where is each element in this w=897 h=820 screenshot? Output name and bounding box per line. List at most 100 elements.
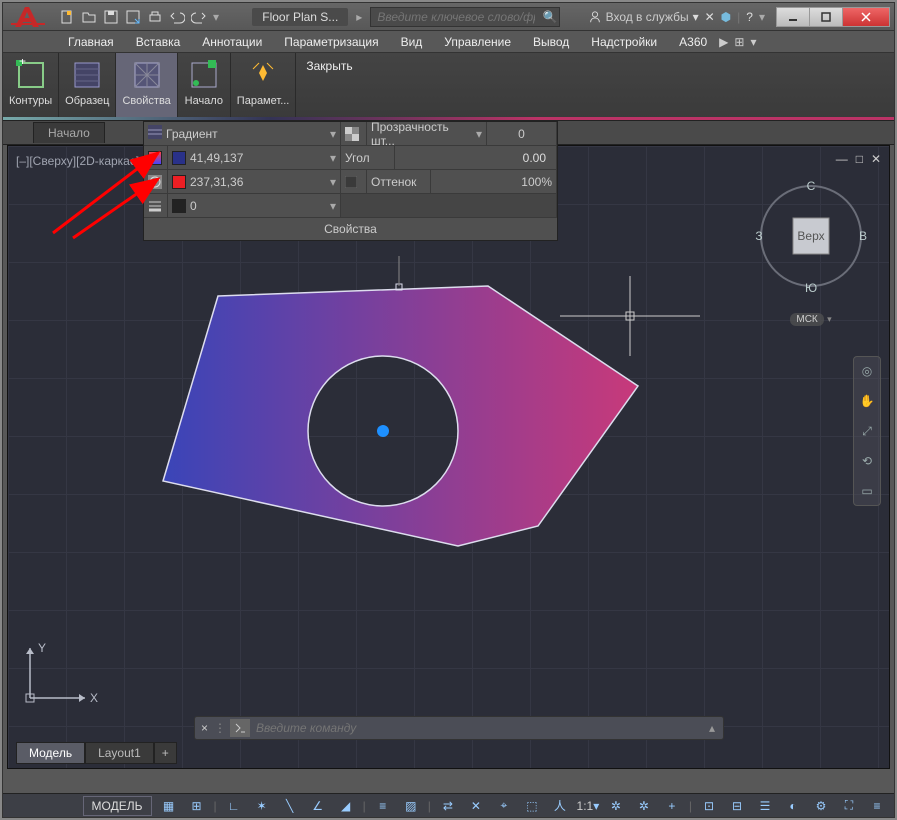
lineweight-toggle-icon[interactable]: ≡ <box>372 796 394 816</box>
app-logo[interactable] <box>3 3 53 31</box>
ribbon-boundaries[interactable]: + Контуры <box>3 53 59 120</box>
cmdline-menu-icon[interactable]: ▴ <box>701 721 723 735</box>
selection-cycling-icon[interactable]: ⇄ <box>437 796 459 816</box>
ribbon-params[interactable]: Парамет... <box>231 53 297 120</box>
menu-manage[interactable]: Управление <box>434 33 521 51</box>
polar-toggle-icon[interactable]: ✶ <box>251 796 273 816</box>
search-input[interactable] <box>371 10 541 24</box>
transparency-value[interactable]: 0 <box>487 122 557 145</box>
otrack-toggle-icon[interactable]: ◢ <box>335 796 357 816</box>
transparency-label-dropdown[interactable]: Прозрачность шт...▾ <box>367 122 487 145</box>
menu-home[interactable]: Главная <box>58 33 124 51</box>
selection-filter-icon[interactable]: ⬚ <box>521 796 543 816</box>
vp-maximize-icon[interactable]: □ <box>856 152 863 166</box>
help-icon[interactable]: ? <box>746 10 753 24</box>
command-input[interactable] <box>256 721 701 735</box>
bim-icon[interactable]: ▶ <box>719 35 728 49</box>
transparency-toggle-icon[interactable]: ▨ <box>400 796 422 816</box>
signin-button[interactable]: Вход в службы▾ <box>588 10 699 24</box>
ribbon-min-icon[interactable]: ▾ <box>750 35 756 49</box>
color2-picker-icon[interactable] <box>144 170 168 193</box>
vp-minimize-icon[interactable]: — <box>836 152 848 166</box>
search-icon[interactable]: 🔍 <box>541 10 559 24</box>
viewcube[interactable]: С В Ю З Верх МСК ▾ <box>751 176 871 296</box>
gradient-hatch-object[interactable] <box>138 256 658 586</box>
workspace-switch-icon[interactable]: ✲ <box>633 796 655 816</box>
panel-title[interactable]: Свойства <box>144 218 557 240</box>
qat-dropdown-icon[interactable]: ▾ <box>211 10 221 24</box>
customize-icon[interactable]: ≡ <box>866 796 888 816</box>
color1-picker-icon[interactable] <box>144 146 168 169</box>
tab-layout1[interactable]: Layout1 <box>85 742 154 764</box>
undo-button[interactable] <box>167 7 187 27</box>
dynamic-ucs-icon[interactable]: ⌖ <box>493 796 515 816</box>
menu-view[interactable]: Вид <box>391 33 433 51</box>
snap-toggle-icon[interactable]: ⊞ <box>186 796 208 816</box>
new-button[interactable] <box>57 7 77 27</box>
grid-toggle-icon[interactable]: ▦ <box>158 796 180 816</box>
title-dropdown-icon[interactable]: ▸ <box>356 10 362 24</box>
transparency-icon[interactable] <box>341 122 367 145</box>
save-button[interactable] <box>101 7 121 27</box>
color2-dropdown[interactable]: 237,31,36▾ <box>168 170 341 193</box>
file-tab-start[interactable]: Начало <box>33 122 105 143</box>
zoom-extents-icon[interactable]: ⤢ <box>857 421 877 441</box>
lineweight-dropdown[interactable]: 0▾ <box>168 194 341 217</box>
annotation-scale[interactable]: 1:1▾ <box>577 796 599 816</box>
ortho-toggle-icon[interactable]: ∟ <box>223 796 245 816</box>
exchange-icon[interactable]: ✕ <box>705 10 715 24</box>
3dosnap-icon[interactable]: ✕ <box>465 796 487 816</box>
osnap-toggle-icon[interactable]: ∠ <box>307 796 329 816</box>
menu-output[interactable]: Вывод <box>523 33 579 51</box>
menu-insert[interactable]: Вставка <box>126 33 191 51</box>
full-nav-wheel-icon[interactable]: ◎ <box>857 361 877 381</box>
clean-screen-icon[interactable]: ⛶ <box>838 796 860 816</box>
gizmo-icon[interactable]: 人 <box>549 796 571 816</box>
annotation-visibility-icon[interactable]: ✲ <box>605 796 627 816</box>
maximize-button[interactable] <box>809 7 843 27</box>
units-icon[interactable]: ⊡ <box>698 796 720 816</box>
lineweight-icon[interactable] <box>144 194 168 217</box>
wcs-badge[interactable]: МСК <box>790 313 823 326</box>
pan-icon[interactable]: ✋ <box>857 391 877 411</box>
close-button[interactable] <box>842 7 890 27</box>
showmotion-icon[interactable]: ▭ <box>857 481 877 501</box>
open-button[interactable] <box>79 7 99 27</box>
isolate-objects-icon[interactable]: ◐ <box>782 796 804 816</box>
color1-dropdown[interactable]: 41,49,137▾ <box>168 146 341 169</box>
tab-add[interactable]: + <box>154 742 177 764</box>
ribbon-properties[interactable]: Свойства <box>116 53 177 120</box>
quick-props-icon[interactable]: ⊟ <box>726 796 748 816</box>
ribbon-pattern[interactable]: Образец <box>59 53 116 120</box>
lock-ui-icon[interactable]: ☰ <box>754 796 776 816</box>
minimize-button[interactable] <box>776 7 810 27</box>
saveas-button[interactable] <box>123 7 143 27</box>
menu-a360[interactable]: A360 <box>669 33 711 51</box>
status-model-button[interactable]: МОДЕЛЬ <box>83 796 152 816</box>
vp-close-icon[interactable]: ✕ <box>871 152 881 166</box>
angle-input[interactable] <box>395 146 557 169</box>
cmdline-close-icon[interactable]: × <box>195 721 214 735</box>
redo-button[interactable] <box>189 7 209 27</box>
menu-parametric[interactable]: Параметризация <box>274 33 388 51</box>
center-grip[interactable] <box>377 425 389 437</box>
tab-model[interactable]: Модель <box>16 742 85 764</box>
ribbon-close-panel[interactable]: Закрыть <box>296 53 362 120</box>
hardware-accel-icon[interactable]: ⚙ <box>810 796 832 816</box>
isodraft-icon[interactable]: ╲ <box>279 796 301 816</box>
tint-checkbox[interactable] <box>341 170 367 193</box>
a360-icon[interactable]: ⬢ <box>721 10 731 24</box>
hatch-type-dropdown[interactable]: Градиент▾ <box>144 122 341 145</box>
orbit-icon[interactable]: ⟲ <box>857 451 877 471</box>
search-box[interactable]: 🔍 <box>370 7 560 27</box>
cmdline-handle-icon[interactable]: ⋮ <box>214 721 230 735</box>
cmdline-prompt-icon[interactable] <box>230 719 250 737</box>
annotation-monitor-icon[interactable]: + <box>661 796 683 816</box>
ribbon-origin[interactable]: Начало <box>178 53 231 120</box>
featured-apps-icon[interactable]: ⊞ <box>734 35 744 49</box>
ucs-icon[interactable]: Y X <box>20 638 100 708</box>
menu-addins[interactable]: Надстройки <box>581 33 667 51</box>
command-line[interactable]: × ⋮ ▴ <box>194 716 724 740</box>
viewport-label[interactable]: [–][Сверху][2D-каркас] <box>16 154 139 168</box>
menu-annotate[interactable]: Аннотации <box>192 33 272 51</box>
